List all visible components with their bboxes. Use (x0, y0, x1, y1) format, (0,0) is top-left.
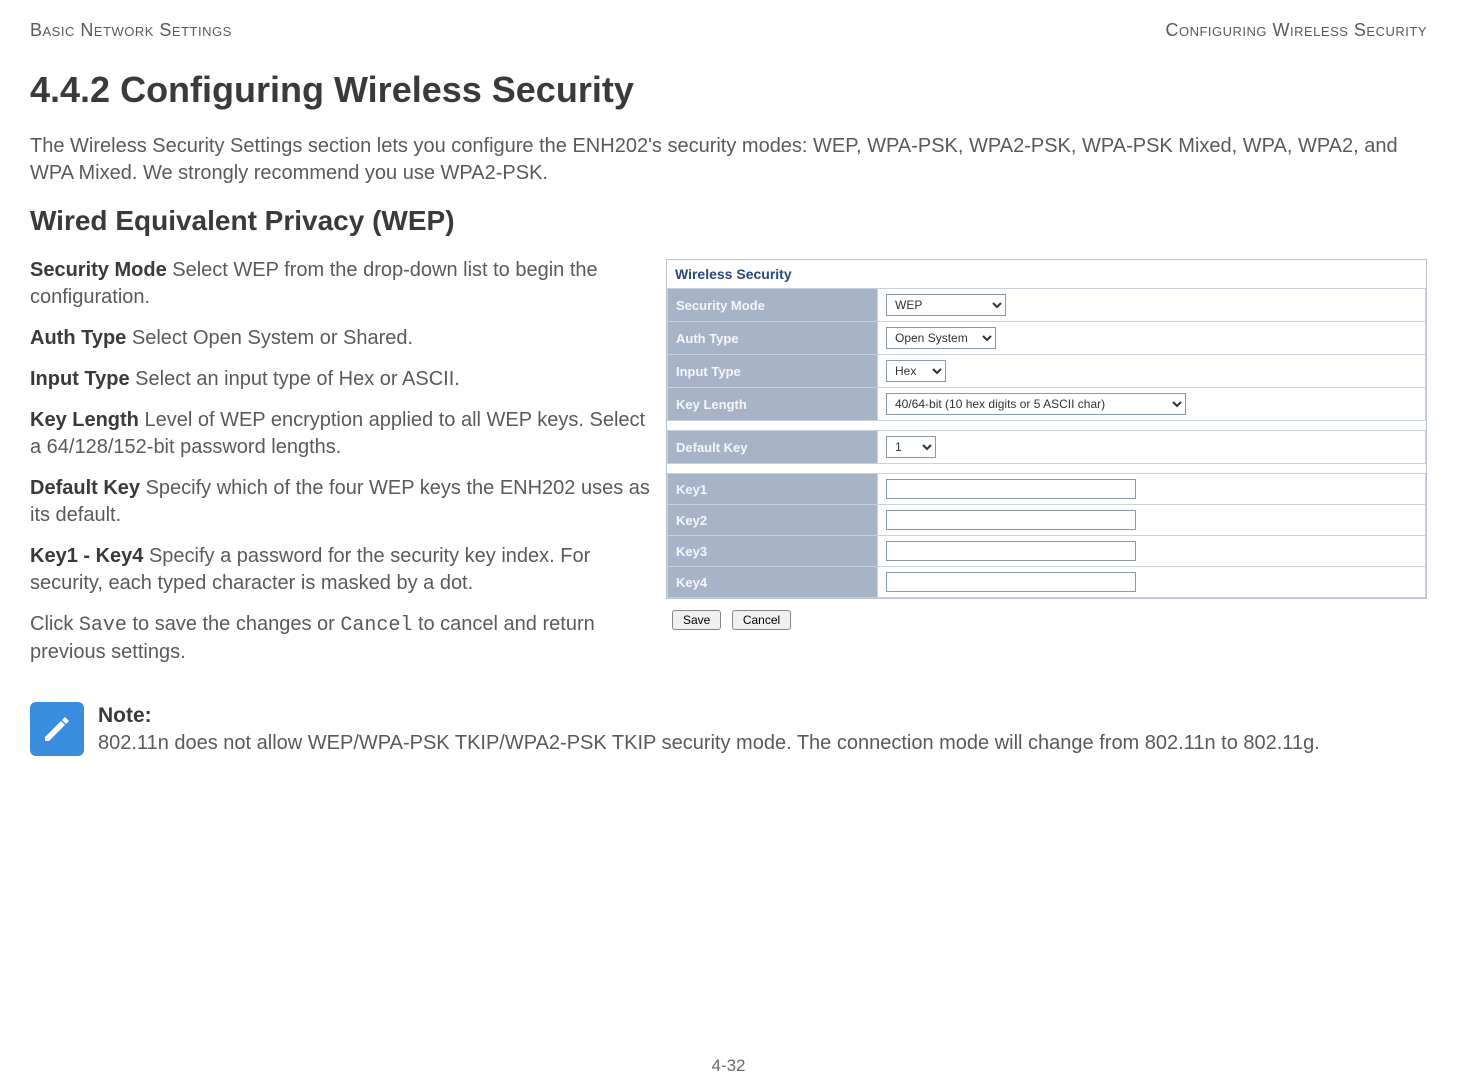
def-auth-type: Auth Type Select Open System or Shared. (30, 325, 650, 352)
term-auth-type: Auth Type (30, 327, 126, 349)
cancel-word: Cancel (340, 614, 412, 637)
term-keys: Key1 - Key4 (30, 545, 143, 567)
input-key3[interactable] (886, 541, 1136, 561)
note-text-block: Note: 802.11n does not allow WEP/WPA-PSK… (98, 702, 1320, 757)
definitions-column: Security Mode Select WEP from the drop-d… (30, 257, 650, 680)
wireless-security-panel: Wireless Security Security Mode WEP Auth… (666, 259, 1427, 599)
note-body: 802.11n does not allow WEP/WPA-PSK TKIP/… (98, 730, 1320, 757)
row-key1: Key1 (668, 474, 1426, 505)
def-security-mode: Security Mode Select WEP from the drop-d… (30, 257, 650, 311)
header-right: Configuring Wireless Security (1165, 20, 1427, 41)
save-cancel-pre: Click (30, 613, 79, 635)
def-input-type: Input Type Select an input type of Hex o… (30, 366, 650, 393)
subsection-title: Wired Equivalent Privacy (WEP) (30, 205, 1427, 237)
input-key1[interactable] (886, 479, 1136, 499)
term-key-length: Key Length (30, 409, 139, 431)
select-auth-type[interactable]: Open System (886, 327, 996, 349)
section-title: 4.4.2 Configuring Wireless Security (30, 69, 1427, 111)
note-icon (30, 702, 84, 756)
row-key4: Key4 (668, 567, 1426, 598)
def-key-length: Key Length Level of WEP encryption appli… (30, 407, 650, 461)
select-security-mode[interactable]: WEP (886, 294, 1006, 316)
button-row: Save Cancel (666, 599, 1427, 640)
header-left: Basic Network Settings (30, 20, 232, 41)
term-input-type: Input Type (30, 368, 130, 390)
row-key-length: Key Length 40/64-bit (10 hex digits or 5… (668, 388, 1426, 421)
label-auth-type: Auth Type (668, 322, 878, 355)
label-default-key: Default Key (668, 431, 878, 464)
label-input-type: Input Type (668, 355, 878, 388)
row-default-key: Default Key 1 (668, 431, 1426, 464)
save-word: Save (79, 614, 127, 637)
text-auth-type: Select Open System or Shared. (126, 327, 413, 349)
page-header: Basic Network Settings Configuring Wirel… (30, 20, 1427, 41)
input-key4[interactable] (886, 572, 1136, 592)
panel-title: Wireless Security (667, 260, 1426, 288)
def-save-cancel: Click Save to save the changes or Cancel… (30, 611, 650, 666)
note-block: Note: 802.11n does not allow WEP/WPA-PSK… (30, 702, 1427, 757)
label-security-mode: Security Mode (668, 289, 878, 322)
term-security-mode: Security Mode (30, 259, 167, 281)
row-security-mode: Security Mode WEP (668, 289, 1426, 322)
config-panel-column: Wireless Security Security Mode WEP Auth… (666, 257, 1427, 680)
def-default-key: Default Key Specify which of the four WE… (30, 475, 650, 529)
pencil-icon (37, 709, 77, 749)
note-title: Note: (98, 702, 1320, 730)
row-auth-type: Auth Type Open System (668, 322, 1426, 355)
config-table: Security Mode WEP Auth Type Open System … (667, 288, 1426, 598)
row-input-type: Input Type Hex (668, 355, 1426, 388)
label-key1: Key1 (668, 474, 878, 505)
label-key3: Key3 (668, 536, 878, 567)
label-key4: Key4 (668, 567, 878, 598)
select-input-type[interactable]: Hex (886, 360, 946, 382)
save-button[interactable]: Save (672, 610, 721, 630)
term-default-key: Default Key (30, 477, 140, 499)
intro-paragraph: The Wireless Security Settings section l… (30, 133, 1427, 187)
select-key-length[interactable]: 40/64-bit (10 hex digits or 5 ASCII char… (886, 393, 1186, 415)
cancel-button[interactable]: Cancel (732, 610, 791, 630)
page-number: 4-32 (711, 1056, 745, 1076)
save-cancel-mid: to save the changes or (127, 613, 340, 635)
input-key2[interactable] (886, 510, 1136, 530)
row-key3: Key3 (668, 536, 1426, 567)
select-default-key[interactable]: 1 (886, 436, 936, 458)
row-key2: Key2 (668, 505, 1426, 536)
def-keys: Key1 - Key4 Specify a password for the s… (30, 543, 650, 597)
label-key-length: Key Length (668, 388, 878, 421)
label-key2: Key2 (668, 505, 878, 536)
text-input-type: Select an input type of Hex or ASCII. (130, 368, 460, 390)
